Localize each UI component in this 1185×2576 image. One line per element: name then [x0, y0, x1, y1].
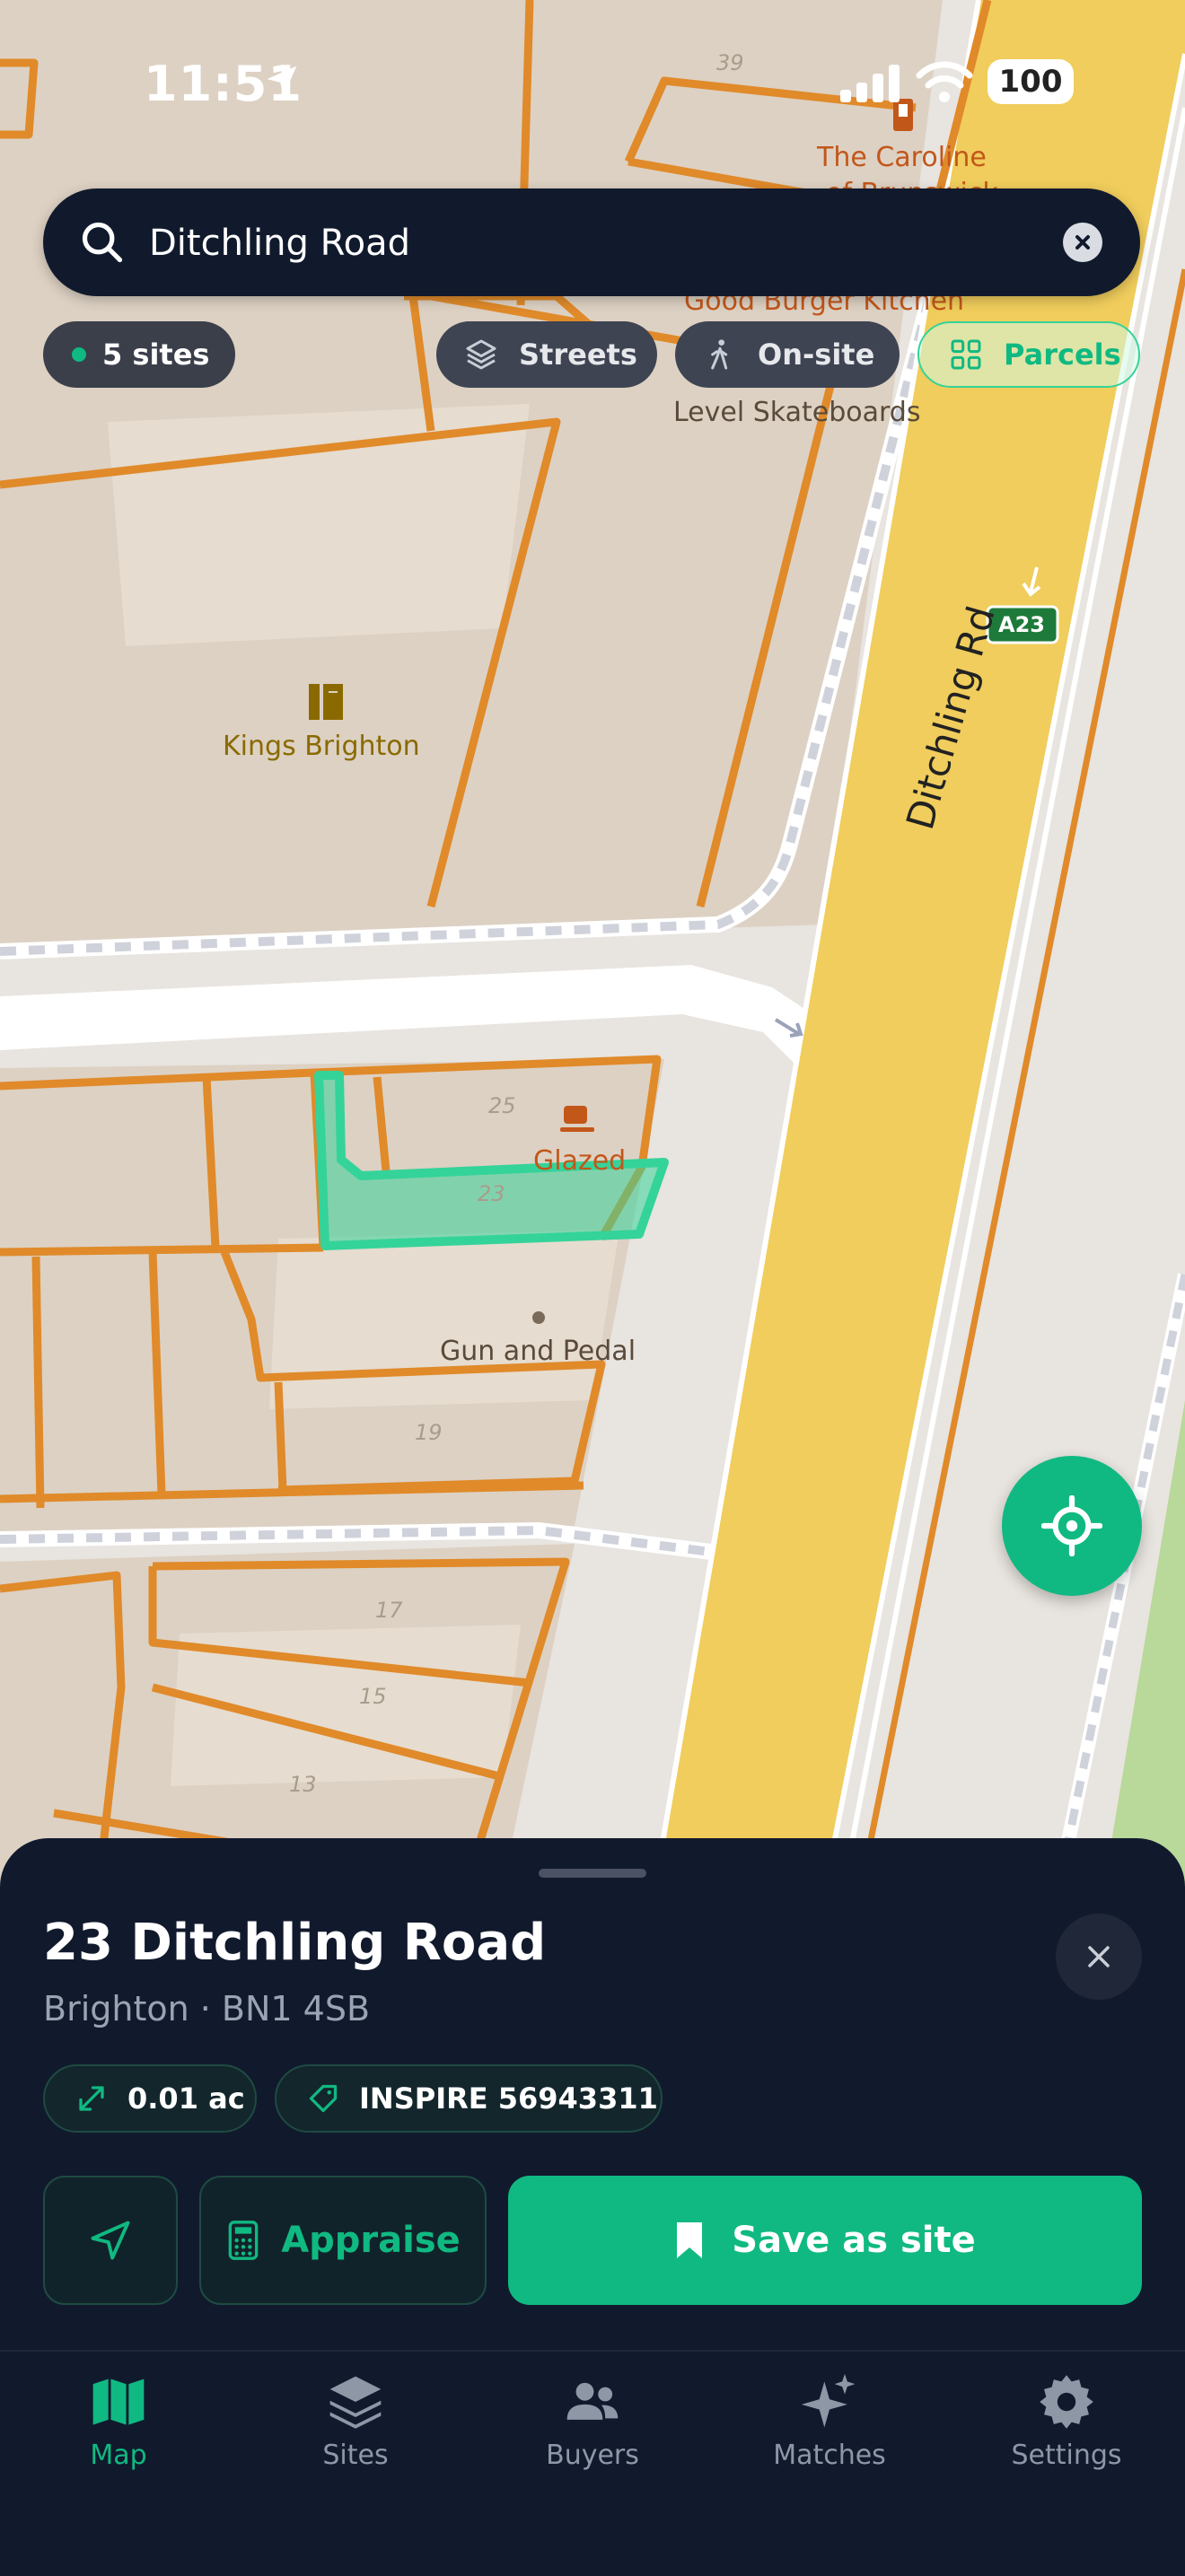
tab-map[interactable]: Map [0, 2352, 237, 2531]
tab-bar: Map Sites Buyers Matches Settings [0, 2350, 1185, 2576]
appraise-label: Appraise [281, 2220, 461, 2261]
house-number: 25 [488, 1093, 516, 1118]
walking-icon [711, 339, 728, 370]
parcel-subtitle: Brighton · BN1 4SB [43, 1989, 371, 2028]
layers-icon [466, 339, 496, 370]
parcel-title: 23 Ditchling Road [43, 1914, 547, 1972]
save-as-site-label: Save as site [732, 2220, 976, 2261]
sites-count-label: 5 sites [102, 337, 210, 372]
poi-the-caroline[interactable]: The Caroline [817, 142, 987, 173]
tab-buyers[interactable]: Buyers [474, 2352, 711, 2531]
sparkles-icon [801, 2373, 856, 2428]
sites-count-chip[interactable]: 5 sites [43, 321, 235, 388]
close-icon [1075, 235, 1090, 250]
parcels-label: Parcels [1004, 337, 1121, 372]
onsite-layer-chip[interactable]: On-site [675, 321, 900, 388]
crosshair-icon [1041, 1495, 1102, 1556]
tag-icon [309, 2084, 338, 2113]
search-input[interactable] [147, 208, 1049, 278]
area-badge: 0.01 ac [43, 2064, 257, 2133]
tab-matches-label: Matches [773, 2440, 886, 2471]
road-shield-label: A23 [998, 612, 1045, 637]
wifi-icon [916, 61, 973, 102]
onsite-label: On-site [758, 337, 875, 372]
tab-buyers-label: Buyers [546, 2440, 639, 2471]
house-number: 23 [478, 1181, 505, 1206]
bookmark-icon [677, 2222, 703, 2258]
house-number: 19 [415, 1420, 443, 1445]
tab-matches[interactable]: Matches [711, 2352, 948, 2531]
calculator-icon [228, 2221, 259, 2260]
status-bar: 11:51 100 [0, 56, 1185, 118]
streets-layer-chip[interactable]: Streets [436, 321, 657, 388]
books-icon [309, 684, 343, 720]
save-as-site-button[interactable]: Save as site [508, 2176, 1142, 2305]
tab-settings-label: Settings [1011, 2440, 1122, 2471]
battery-indicator: 100 [988, 59, 1074, 104]
house-number: 15 [359, 1684, 387, 1709]
expand-arrows-icon [79, 2086, 104, 2111]
poi-glazed[interactable]: Glazed [533, 1145, 626, 1177]
layers-icon [329, 2376, 382, 2429]
navigation-arrow-icon [91, 2221, 130, 2260]
tab-sites-label: Sites [322, 2440, 389, 2471]
tab-map-label: Map [90, 2440, 147, 2471]
map-icon [92, 2379, 145, 2425]
location-arrow-icon [267, 66, 297, 96]
poi-dot [532, 1311, 545, 1324]
house-number: 17 [375, 1598, 403, 1623]
streets-label: Streets [519, 337, 637, 372]
status-dot [72, 347, 86, 362]
area-value: 0.01 ac [127, 2081, 245, 2116]
gear-icon [1040, 2375, 1093, 2429]
search-bar[interactable] [43, 188, 1140, 296]
close-sheet-button[interactable] [1056, 1914, 1142, 2000]
poi-level-skateboards[interactable]: Level Skateboards [673, 397, 920, 428]
users-icon [566, 2382, 619, 2420]
clear-search-button[interactable] [1063, 223, 1102, 262]
sheet-drag-handle[interactable] [539, 1869, 646, 1878]
tab-settings[interactable]: Settings [948, 2352, 1185, 2531]
grid-icon [951, 339, 981, 370]
signal-icon [840, 65, 900, 102]
close-icon [1088, 1946, 1110, 1967]
house-number: 13 [289, 1772, 317, 1797]
appraise-button[interactable]: Appraise [199, 2176, 487, 2305]
locate-me-button[interactable] [1002, 1456, 1142, 1596]
poi-gun-and-pedal[interactable]: Gun and Pedal [440, 1336, 636, 1367]
navigate-button[interactable] [43, 2176, 178, 2305]
poi-kings-brighton[interactable]: Kings Brighton [223, 731, 420, 762]
inspire-id-value: INSPIRE 56943311 [359, 2081, 658, 2116]
search-icon [82, 222, 123, 263]
tab-sites[interactable]: Sites [237, 2352, 474, 2531]
parcels-layer-chip[interactable]: Parcels [917, 321, 1140, 388]
inspire-id-badge: INSPIRE 56943311 [275, 2064, 663, 2133]
